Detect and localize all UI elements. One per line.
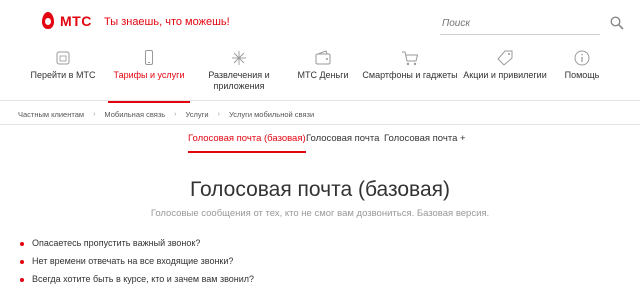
tab-voicemail-basic[interactable]: Голосовая почта (базовая)	[188, 133, 306, 153]
nav-item-tariffs[interactable]: Тарифы и услуги	[104, 50, 194, 103]
page-title: Голосовая почта (базовая)	[189, 178, 451, 201]
info-icon	[574, 50, 590, 66]
tab-voicemail[interactable]: Голосовая почта	[306, 133, 379, 144]
nav-label: Помощь	[564, 70, 600, 80]
breadcrumb-item[interactable]: Мобильная связь	[104, 110, 165, 119]
wallet-icon	[315, 50, 331, 65]
list-item: Опасаетесь пропустить важный звонок?	[20, 238, 254, 256]
search-input[interactable]	[440, 14, 580, 33]
nav-divider	[0, 100, 640, 101]
nav-item-mts[interactable]: Перейти в МТС	[22, 50, 104, 98]
sparkle-icon	[232, 51, 246, 65]
cart-icon	[402, 51, 419, 66]
bullet-dot-icon	[20, 242, 24, 246]
main-nav: Перейти в МТС Тарифы и услуги Развлечени…	[22, 50, 612, 103]
list-item: Всегда хотите быть в курсе, кто и зачем …	[20, 274, 254, 292]
mts-logo[interactable]: МТС	[42, 12, 92, 29]
nav-item-smartphones[interactable]: Смартфоны и гаджеты	[362, 50, 458, 98]
nav-item-promotions[interactable]: Акции и привилегии	[458, 50, 552, 98]
search-box	[440, 13, 624, 35]
slogan: Ты знаешь, что можешь!	[104, 16, 230, 28]
phone-icon	[145, 50, 153, 65]
bullet-dot-icon	[20, 278, 24, 282]
list-item-text: Нет времени отвечать на все входящие зво…	[32, 256, 234, 266]
nav-label: Тарифы и услуги	[113, 70, 185, 80]
list-item-text: Всегда хотите быть в курсе, кто и зачем …	[32, 274, 255, 284]
breadcrumb-item[interactable]: Услуги мобильной связи	[229, 110, 314, 119]
mts-egg-icon	[42, 12, 54, 29]
breadcrumb: Частным клиентам › Мобильная связь › Усл…	[18, 110, 314, 119]
header: МТС Ты знаешь, что можешь!	[0, 0, 640, 46]
nav-label: Смартфоны и гаджеты	[362, 70, 458, 80]
breadcrumb-item[interactable]: Услуги	[186, 110, 209, 119]
bullet-dot-icon	[20, 260, 24, 264]
page-subtitle: Голосовые сообщения от тех, кто не смог …	[150, 208, 490, 219]
tag-icon	[497, 50, 513, 66]
nav-label: Перейти в МТС	[30, 70, 96, 80]
nav-item-entertainment[interactable]: Развлечения и приложения	[194, 50, 284, 98]
chevron-right-icon: ›	[217, 111, 220, 118]
tab-voicemail-plus[interactable]: Голосовая почта +	[384, 133, 466, 144]
breadcrumb-divider	[0, 124, 640, 125]
chevron-right-icon: ›	[174, 111, 177, 118]
list-item: Нет времени отвечать на все входящие зво…	[20, 256, 254, 274]
service-tabs: Голосовая почта (базовая) Голосовая почт…	[0, 133, 640, 155]
breadcrumb-item[interactable]: Частным клиентам	[18, 110, 84, 119]
nav-item-help[interactable]: Помощь	[552, 50, 612, 98]
list-item-text: Опасаетесь пропустить важный звонок?	[32, 238, 201, 248]
chevron-right-icon: ›	[93, 111, 96, 118]
nav-label: Акции и привилегии	[463, 70, 547, 80]
feature-list: Опасаетесь пропустить важный звонок? Нет…	[20, 238, 254, 292]
sim-card-icon	[56, 51, 70, 65]
nav-item-money[interactable]: МТС Деньги	[284, 50, 362, 98]
nav-label: Развлечения и приложения	[208, 70, 270, 91]
search-icon[interactable]	[610, 16, 624, 30]
nav-label: МТС Деньги	[297, 70, 349, 80]
logo-text: МТС	[60, 12, 92, 29]
